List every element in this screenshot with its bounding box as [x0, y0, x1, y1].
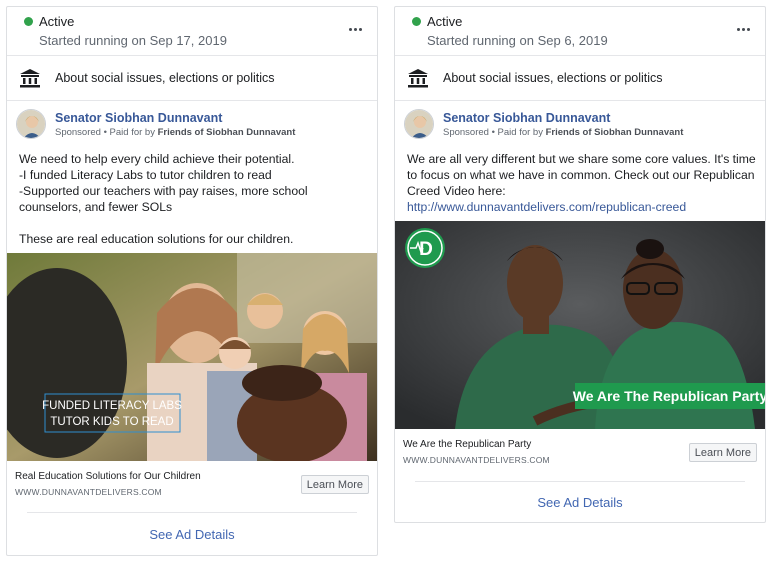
creative-banner: We Are The Republican Party	[573, 388, 765, 404]
more-options-button[interactable]	[343, 21, 367, 37]
ad-headline[interactable]: Real Education Solutions for Our Childre…	[15, 471, 201, 482]
more-options-icon	[348, 27, 352, 31]
divider	[415, 481, 745, 482]
see-ad-details-link[interactable]: See Ad Details	[7, 527, 377, 542]
creed-video-link[interactable]: http://www.dunnavantdelivers.com/republi…	[407, 200, 686, 214]
ad-video-thumbnail[interactable]: D We Are The Republican Party	[395, 221, 765, 429]
funder-name: Friends of Siobhan Dunnavant	[157, 127, 296, 138]
ad-link-footer[interactable]: Real Education Solutions for Our Childre…	[7, 461, 377, 507]
start-date: Started running on Sep 17, 2019	[39, 33, 227, 48]
ad-body-text: We are all very different but we share s…	[407, 152, 756, 214]
advertiser-name-link[interactable]: Senator Siobhan Dunnavant	[55, 111, 222, 125]
active-status-dot	[412, 17, 421, 26]
ad-status-bar: Active Started running on Sep 17, 2019	[7, 7, 377, 56]
ad-card: Active Started running on Sep 17, 2019 A…	[6, 6, 378, 556]
ad-link-footer[interactable]: We Are the Republican Party WWW.DUNNAVAN…	[395, 429, 765, 475]
ad-category-row: About social issues, elections or politi…	[395, 56, 765, 101]
ad-status-bar: Active Started running on Sep 6, 2019	[395, 7, 765, 56]
ad-image[interactable]: FUNDED LITERACY LABS TUTOR KIDS TO READ	[7, 253, 377, 461]
advertiser-row: Senator Siobhan Dunnavant Sponsored • Pa…	[395, 101, 765, 145]
more-options-icon	[736, 27, 740, 31]
active-status-dot	[24, 17, 33, 26]
funder-name: Friends of Siobhan Dunnavant	[545, 127, 684, 138]
ad-card: Active Started running on Sep 6, 2019 Ab…	[394, 6, 766, 523]
ad-body-text: We need to help every child achieve thei…	[19, 152, 308, 246]
more-options-button[interactable]	[731, 21, 755, 37]
advertiser-name-link[interactable]: Senator Siobhan Dunnavant	[443, 111, 610, 125]
government-building-icon	[20, 69, 40, 88]
advertiser-row: Senator Siobhan Dunnavant Sponsored • Pa…	[7, 101, 377, 145]
ad-headline[interactable]: We Are the Republican Party	[403, 439, 531, 450]
start-date: Started running on Sep 6, 2019	[427, 33, 608, 48]
status-label: Active	[427, 14, 463, 29]
divider	[27, 512, 357, 513]
sponsored-label: Sponsored • Paid for by Friends of Siobh…	[55, 127, 296, 138]
ad-domain: WWW.DUNNAVANTDELIVERS.COM	[15, 487, 162, 497]
category-label: About social issues, elections or politi…	[443, 71, 663, 85]
category-label: About social issues, elections or politi…	[55, 71, 275, 85]
creative-logo: D	[419, 239, 433, 260]
ad-domain: WWW.DUNNAVANTDELIVERS.COM	[403, 455, 550, 465]
avatar[interactable]	[404, 109, 434, 139]
government-building-icon	[408, 69, 428, 88]
see-ad-details-link[interactable]: See Ad Details	[395, 495, 765, 510]
avatar[interactable]	[16, 109, 46, 139]
ad-category-row: About social issues, elections or politi…	[7, 56, 377, 101]
learn-more-button[interactable]: Learn More	[300, 475, 369, 494]
sponsored-label: Sponsored • Paid for by Friends of Siobh…	[443, 127, 684, 138]
status-label: Active	[39, 14, 75, 29]
creative-caption-line2: TUTOR KIDS TO READ	[50, 416, 173, 428]
creative-caption-line1: FUNDED LITERACY LABS	[42, 400, 182, 412]
learn-more-button[interactable]: Learn More	[688, 443, 757, 462]
